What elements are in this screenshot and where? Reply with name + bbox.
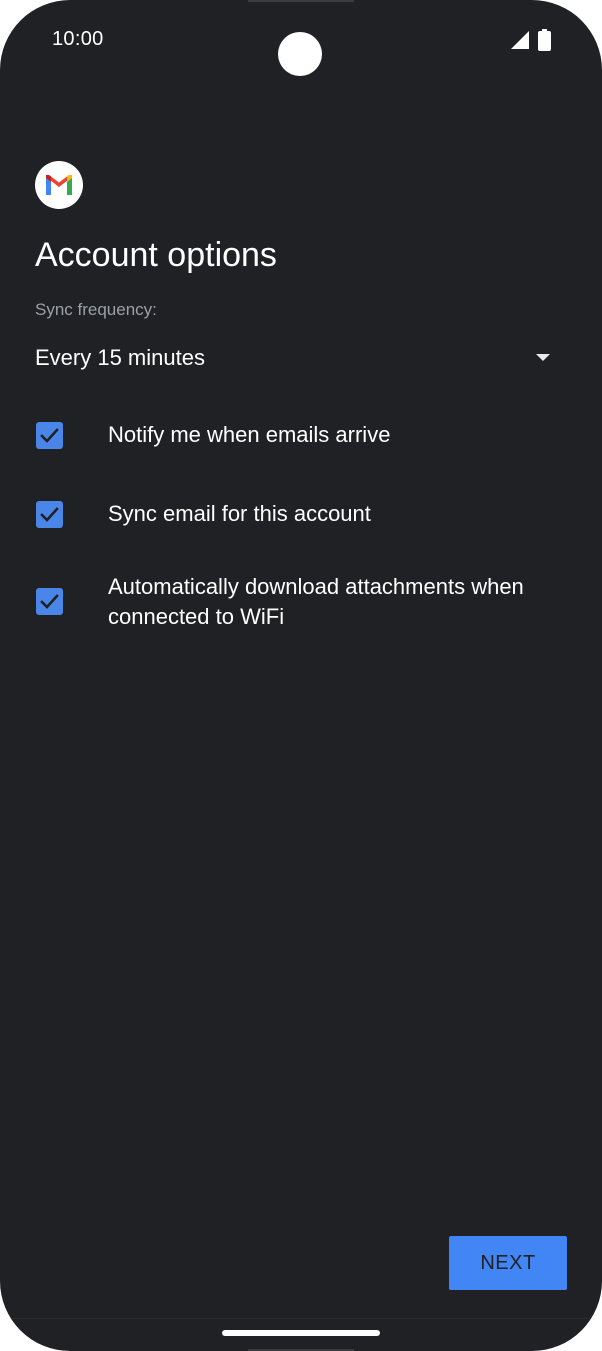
dropdown-arrow-icon [536, 354, 550, 361]
sync-email-option-row[interactable]: Sync email for this account [35, 499, 575, 531]
checkmark-icon [40, 507, 59, 522]
sync-email-checkbox[interactable] [36, 501, 63, 528]
sync-email-option-label: Sync email for this account [108, 501, 371, 526]
cellular-signal-icon [511, 31, 529, 49]
auto-download-checkbox[interactable] [36, 588, 63, 615]
checkmark-icon [40, 594, 59, 609]
front-camera [278, 32, 322, 76]
battery-icon [538, 29, 551, 51]
sync-frequency-value: Every 15 minutes [35, 345, 205, 370]
sync-frequency-dropdown[interactable]: Every 15 minutes [35, 336, 565, 380]
auto-download-option-row[interactable]: Automatically download attachments when … [35, 572, 575, 634]
nav-bar-divider [0, 1318, 602, 1319]
auto-download-option-label: Automatically download attachments when … [108, 574, 524, 629]
notify-option-row[interactable]: Notify me when emails arrive [35, 420, 575, 452]
page-title: Account options [35, 236, 277, 274]
checkmark-icon [40, 428, 59, 443]
home-indicator[interactable] [222, 1330, 380, 1336]
sync-frequency-label: Sync frequency: [35, 300, 157, 319]
phone-screen: 10:00 Account options Sync frequency: Ev… [0, 0, 602, 1351]
top-bezel-line [248, 0, 354, 2]
gmail-logo-icon [35, 161, 83, 209]
notify-option-label: Notify me when emails arrive [108, 422, 391, 447]
next-button[interactable]: NEXT [449, 1236, 567, 1290]
status-bar-time: 10:00 [52, 28, 104, 50]
notify-checkbox[interactable] [36, 422, 63, 449]
